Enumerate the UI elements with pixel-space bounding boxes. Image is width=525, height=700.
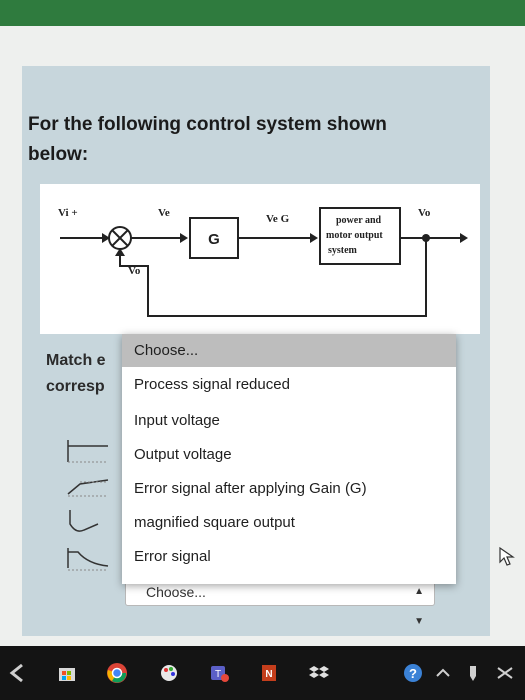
back-arrow-icon[interactable] — [6, 662, 28, 684]
match-instructions: Match e corresp — [46, 348, 126, 400]
vi-label: Vi + — [58, 207, 78, 219]
chevron-up-icon[interactable] — [432, 662, 454, 684]
question-card: For the following control system shown b… — [22, 66, 490, 636]
dropdown-option-error-signal-gain[interactable]: Error signal after applying Gain (G) — [122, 472, 456, 505]
gain-label: G — [208, 231, 220, 248]
falling-waveform-icon — [67, 548, 109, 571]
dropdown-option-choose[interactable]: Choose... — [122, 334, 456, 367]
ve-g-label: Ve G — [266, 213, 290, 225]
step-waveform-icon — [67, 440, 108, 463]
svg-text:N: N — [265, 669, 272, 680]
store-icon[interactable] — [56, 662, 78, 684]
dropdown-option-magnified-square-output[interactable]: magnified square output — [122, 506, 456, 539]
match-line2: corresp — [46, 378, 105, 395]
taskbar: T N ? — [0, 646, 525, 700]
motor-block-line3: system — [328, 245, 358, 256]
select-arrows-icon: ▲ ▼ — [414, 586, 424, 627]
dropdown-option-process-signal-reduced[interactable]: Process signal reduced — [122, 368, 456, 401]
vo-feedback-label: Vo — [128, 265, 141, 277]
ve-label: Ve — [158, 207, 170, 219]
network-icon[interactable] — [494, 662, 516, 684]
dropdown-option-error-signal[interactable]: Error signal — [122, 540, 456, 573]
top-strip — [0, 0, 525, 26]
question-title-line1: For the following control system shown — [28, 114, 387, 135]
motor-block-line1: power and — [336, 215, 382, 226]
gain-output-arrowhead — [310, 233, 318, 243]
answer-dropdown[interactable]: Choose... Process signal reduced Input v… — [122, 334, 456, 584]
help-icon[interactable]: ? — [402, 662, 424, 684]
dropdown-option-output-voltage[interactable]: Output voltage — [122, 438, 456, 471]
answer-select-value: Choose... — [146, 584, 206, 600]
question-title: For the following control system shown b… — [28, 110, 468, 170]
chrome-icon[interactable] — [106, 662, 128, 684]
office-icon[interactable]: N — [258, 662, 280, 684]
teams-icon[interactable]: T — [208, 662, 230, 684]
output-arrowhead — [460, 233, 468, 243]
screen: For the following control system shown b… — [0, 26, 525, 646]
motor-block-line2: motor output — [326, 230, 383, 241]
decay-waveform-icon — [69, 510, 99, 532]
svg-text:T: T — [215, 669, 221, 680]
question-title-line2: below: — [28, 144, 89, 165]
error-arrowhead — [180, 233, 188, 243]
match-line1: Match e — [46, 352, 106, 369]
dropdown-option-input-voltage[interactable]: Input voltage — [122, 404, 456, 437]
mouse-cursor-icon — [499, 546, 515, 566]
svg-text:?: ? — [409, 666, 417, 681]
pen-icon[interactable] — [462, 662, 484, 684]
vo-out-label: Vo — [418, 207, 431, 219]
dropbox-icon[interactable] — [308, 662, 330, 684]
paint-icon[interactable] — [158, 662, 180, 684]
control-diagram-svg: Vi + Ve G Ve G power and motor output sy… — [58, 207, 468, 317]
control-diagram: Vi + Ve G Ve G power and motor output sy… — [40, 184, 480, 334]
rising-waveform-icon — [67, 479, 109, 497]
